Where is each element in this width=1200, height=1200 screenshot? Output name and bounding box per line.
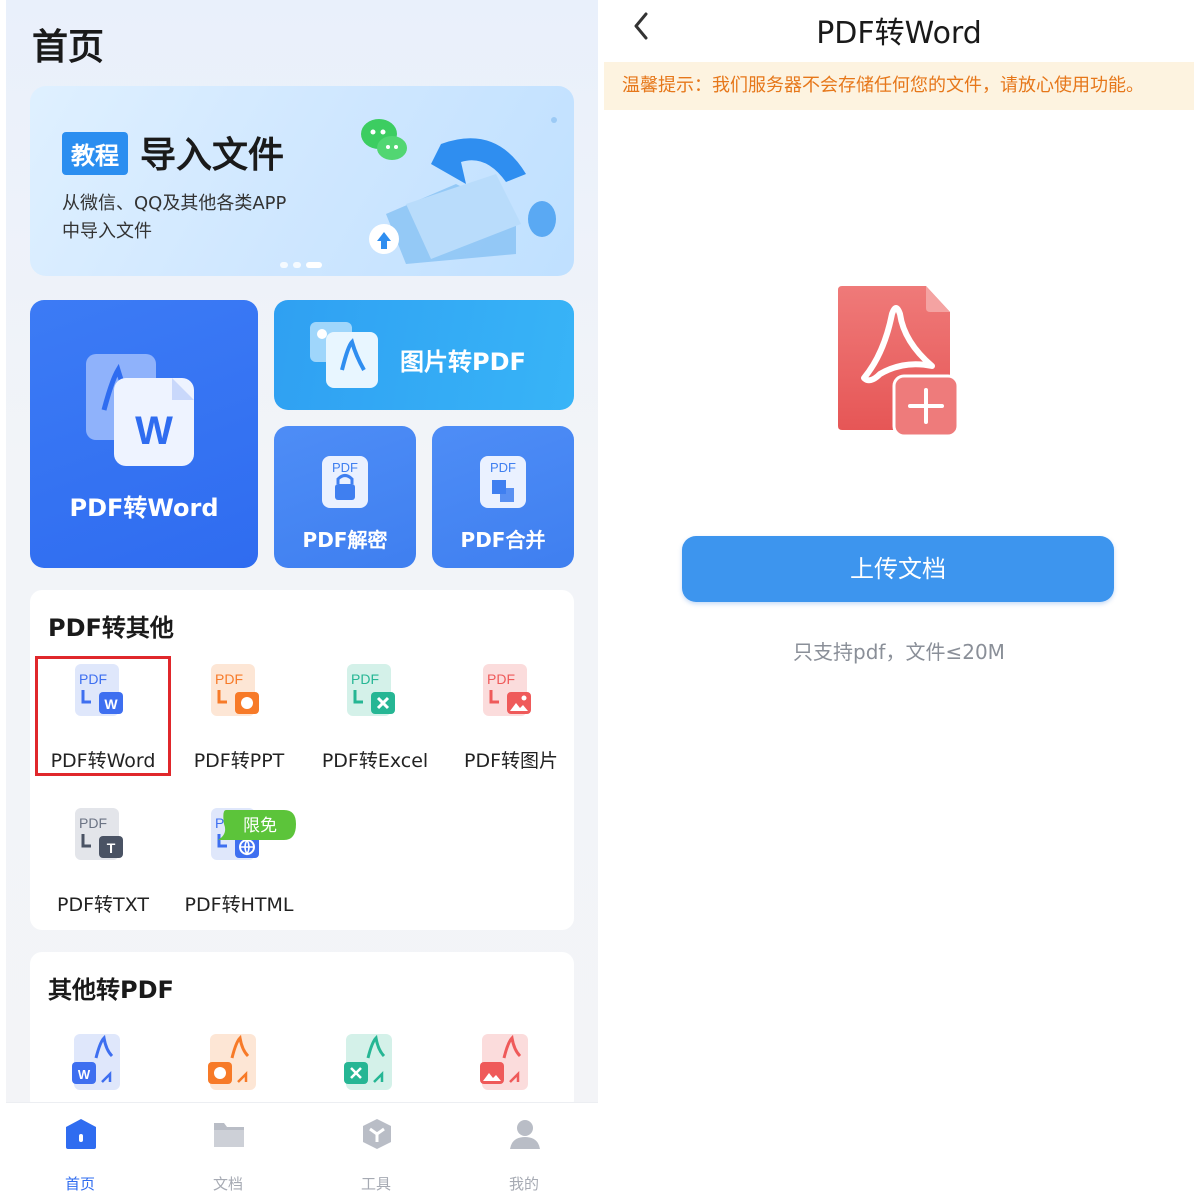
tools-icon [363, 1119, 391, 1149]
pdf-to-word-icon: PDF W [75, 664, 123, 716]
tab-profile[interactable]: 我的 [474, 1113, 574, 1193]
file-limit-hint: 只支持pdf，文件≤20M [793, 640, 1005, 664]
pdf-to-txt-tool[interactable]: PDF T PDF转TXT [35, 800, 171, 920]
pdf-merge-card[interactable]: PDF PDF合并 [432, 426, 574, 568]
home-icon [66, 1119, 96, 1149]
pdf-decrypt-card[interactable]: PDF PDF解密 [274, 426, 416, 568]
tool-label: PDF转Excel [321, 750, 429, 772]
image-to-pdf-card[interactable]: 图片转PDF [274, 300, 574, 410]
banner-subtitle-line2: 中导入文件 [62, 221, 152, 242]
folder-icon [214, 1123, 244, 1147]
tab-documents[interactable]: 文档 [178, 1113, 278, 1193]
svg-text:PDF: PDF [215, 671, 243, 687]
tab-tools[interactable]: 工具 [326, 1113, 426, 1193]
tab-home[interactable]: 首页 [30, 1113, 130, 1193]
svg-text:W: W [104, 696, 118, 712]
word-to-pdf-icon[interactable]: W [70, 1032, 126, 1092]
svg-text:PDF: PDF [487, 671, 515, 687]
carousel-dot-active [306, 262, 322, 268]
tab-label: 我的 [508, 1175, 539, 1193]
svg-text:PDF: PDF [332, 460, 358, 475]
section-title: PDF转其他 [48, 614, 174, 642]
pdf-to-ppt-icon: PDF [211, 664, 259, 716]
pdf-decrypt-card-label: PDF解密 [302, 528, 388, 552]
pdf-to-excel-icon: PDF [347, 664, 395, 716]
other-to-pdf-section: 其他转PDF W [30, 952, 574, 1112]
pdf-to-ppt-tool[interactable]: PDF PDF转PPT [171, 656, 307, 776]
tool-label: PDF转PPT [193, 750, 285, 772]
pdf-to-image-icon: PDF [483, 664, 531, 716]
tutorial-tag: 教程 [62, 132, 128, 175]
user-icon [510, 1120, 540, 1149]
tab-label: 首页 [64, 1175, 95, 1193]
pdf-to-word-card-label: PDF转Word [69, 494, 219, 522]
pdf-to-word-tool[interactable]: PDF W PDF转Word [35, 656, 171, 776]
page-title: PDF转Word [816, 16, 982, 51]
pdf-to-word-screen: PDF转Word 温馨提示：我们服务器不会存储任何您的文件，请放心使用功能。 上… [604, 0, 1194, 1200]
pdf-merge-card-label: PDF合并 [460, 528, 546, 552]
svg-text:PDF: PDF [351, 671, 379, 687]
pdf-to-txt-icon: PDF T [75, 808, 123, 860]
privacy-notice: 温馨提示：我们服务器不会存储任何您的文件，请放心使用功能。 [604, 62, 1194, 110]
banner-subtitle-line1: 从微信、QQ及其他各类APP [62, 193, 287, 214]
svg-text:PDF: PDF [79, 671, 107, 687]
tool-label: PDF转TXT [57, 894, 149, 916]
carousel-dot [293, 262, 301, 268]
tutorial-banner[interactable]: 教程 导入文件 从微信、QQ及其他各类APP 中导入文件 [30, 86, 574, 276]
image-to-pdf-card-label: 图片转PDF [400, 348, 526, 376]
svg-text:W: W [135, 409, 173, 453]
pdf-to-image-tool[interactable]: PDF PDF转图片 [443, 656, 579, 776]
svg-text:PDF: PDF [490, 460, 516, 475]
svg-text:限免: 限免 [243, 816, 277, 836]
svg-text:W: W [78, 1067, 91, 1082]
bottom-tab-bar: 首页 文档 工具 我的 [6, 1102, 598, 1200]
tool-label: PDF转HTML [184, 894, 294, 916]
upload-document-button[interactable]: 上传文档 [682, 536, 1114, 602]
tool-label: PDF转图片 [463, 750, 559, 772]
section-title: 其他转PDF [48, 976, 174, 1004]
svg-text:T: T [107, 840, 116, 856]
add-pdf-file-icon[interactable] [834, 284, 966, 444]
import-illustration-icon [361, 117, 557, 264]
banner-subtitle: 从微信、QQ及其他各类APP 中导入文件 [62, 190, 322, 246]
image-to-pdf-small-icon[interactable] [478, 1032, 534, 1092]
tab-label: 工具 [360, 1175, 391, 1193]
pdf-merge-icon: PDF [480, 456, 526, 508]
image-to-pdf-icon [310, 322, 378, 388]
pdf-to-word-icon: W [86, 354, 194, 466]
excel-to-pdf-icon[interactable] [342, 1032, 398, 1092]
pdf-lock-icon: PDF [322, 456, 368, 508]
carousel-dot [280, 262, 288, 268]
tool-label: PDF转Word [50, 750, 156, 772]
ppt-to-pdf-icon[interactable] [206, 1032, 262, 1092]
banner-title: 导入文件 [140, 135, 285, 176]
pdf-to-word-card[interactable]: W PDF转Word [30, 300, 258, 568]
free-badge: 限免 [218, 810, 296, 840]
pdf-to-excel-tool[interactable]: PDF PDF转Excel [307, 656, 443, 776]
svg-text:PDF: PDF [79, 815, 107, 831]
tab-label: 文档 [212, 1175, 243, 1193]
carousel-indicator[interactable] [280, 262, 322, 268]
home-screen: 首页 教程 导入文件 从微信、QQ及其他各类APP 中导入文件 W PDF转Wo… [6, 0, 598, 1200]
page-title: 首页 [32, 27, 105, 68]
